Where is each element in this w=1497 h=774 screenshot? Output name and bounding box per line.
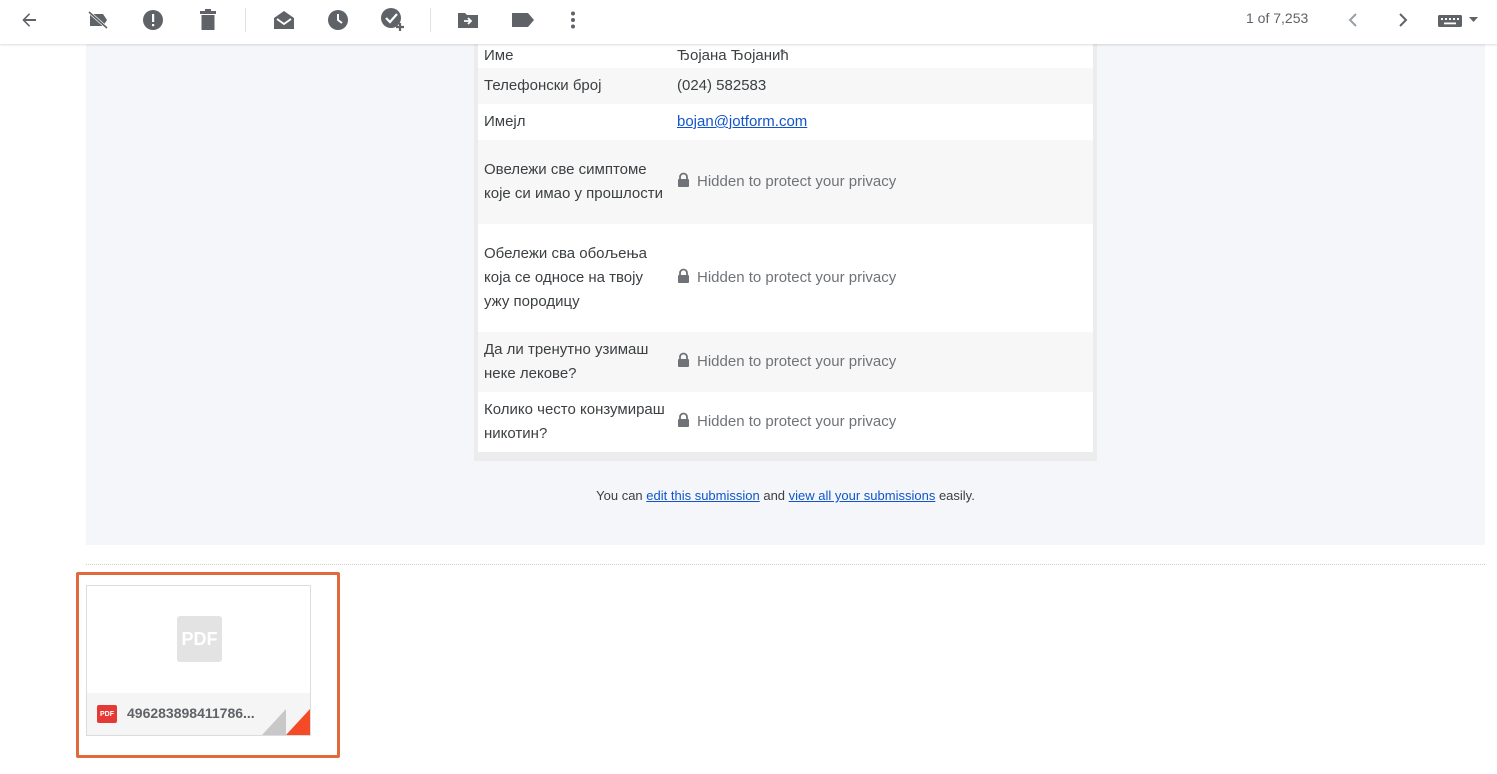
- edit-submission-link[interactable]: edit this submission: [646, 488, 759, 503]
- lock-icon: [677, 171, 690, 195]
- keyboard-input-icon[interactable]: [1433, 6, 1483, 34]
- answer-name: Ђојана Ђојанић: [677, 47, 789, 64]
- answer-phone: (024) 582583: [676, 68, 1093, 104]
- table-row: Телефонски број (024) 582583: [478, 68, 1093, 104]
- table-row: Колико често конзумираш никотин? Hidden …: [478, 392, 1093, 452]
- table-row: Да ли тренутно узимаш неке лекове? Hidde…: [478, 332, 1093, 392]
- move-to-icon[interactable]: [452, 6, 484, 34]
- delete-icon[interactable]: [192, 6, 224, 34]
- report-spam-icon[interactable]: [82, 6, 114, 34]
- question-email: Имејл: [484, 113, 526, 130]
- lock-icon: [677, 351, 690, 375]
- submission-table: Име Ђојана Ђојанић Телефонски број (024)…: [478, 44, 1093, 452]
- toolbar: 1 of 7,253: [0, 0, 1497, 44]
- submission-footnote: You can edit this submission and view al…: [86, 488, 1485, 503]
- lock-icon: [677, 267, 690, 291]
- attachments-divider: [86, 564, 1485, 565]
- more-vert-icon[interactable]: [557, 6, 589, 34]
- back-arrow-icon[interactable]: [13, 6, 45, 34]
- newer-chevron-icon[interactable]: [1337, 6, 1369, 34]
- hidden-answer: Hidden to protect your privacy: [697, 352, 897, 370]
- message-count: 1 of 7,253: [1246, 10, 1309, 26]
- attachment-thumbnail: PDF: [87, 586, 310, 693]
- attachment-filename: 496283898411786...: [127, 705, 255, 721]
- question-phone: Телефонски број: [478, 68, 676, 104]
- pdf-placeholder-icon: PDF: [177, 616, 222, 662]
- hidden-answer: Hidden to protect your privacy: [697, 268, 897, 286]
- table-row: Име Ђојана Ђојанић: [478, 44, 1093, 68]
- hidden-answer: Hidden to protect your privacy: [697, 412, 897, 430]
- question-family-illness: Обележи сва обољења која се односе на тв…: [484, 245, 647, 310]
- snooze-icon[interactable]: [322, 6, 354, 34]
- question-name: Име: [484, 47, 514, 64]
- view-submissions-link[interactable]: view all your submissions: [789, 488, 936, 503]
- attachment-highlight: PDF PDF 496283898411786...: [76, 572, 340, 758]
- attachment-footer: PDF 496283898411786...: [87, 693, 310, 735]
- report-phishing-icon[interactable]: [137, 6, 169, 34]
- footnote-prefix: You can: [596, 488, 647, 503]
- page-fold-icon: [262, 709, 310, 735]
- add-task-icon[interactable]: [377, 6, 409, 34]
- pdf-attachment[interactable]: PDF PDF 496283898411786...: [86, 585, 311, 736]
- toolbar-separator: [245, 8, 246, 32]
- email-body: Име Ђојана Ђојанић Телефонски број (024)…: [86, 44, 1485, 545]
- footnote-middle: and: [759, 488, 789, 503]
- label-icon[interactable]: [507, 6, 539, 34]
- toolbar-separator: [430, 8, 431, 32]
- pdf-file-icon: PDF: [97, 705, 117, 723]
- submission-card: Име Ђојана Ђојанић Телефонски број (024)…: [474, 44, 1097, 461]
- table-row: Обележи сва обољења која се односе на тв…: [478, 224, 1093, 332]
- hidden-answer: Hidden to protect your privacy: [697, 172, 897, 190]
- table-row: Овележи све симптоме које си имао у прош…: [478, 140, 1093, 224]
- question-nicotine: Колико често конзумираш никотин?: [484, 401, 665, 442]
- footnote-suffix: easily.: [935, 488, 975, 503]
- lock-icon: [677, 411, 690, 435]
- question-symptoms: Овележи све симптоме које си имао у прош…: [478, 140, 676, 224]
- email-link[interactable]: bojan@jotform.com: [677, 113, 807, 130]
- older-chevron-icon[interactable]: [1387, 6, 1419, 34]
- question-medications: Да ли тренутно узимаш неке лекове?: [478, 332, 676, 392]
- table-row: Имејл bojan@jotform.com: [478, 104, 1093, 140]
- mark-unread-icon[interactable]: [268, 6, 300, 34]
